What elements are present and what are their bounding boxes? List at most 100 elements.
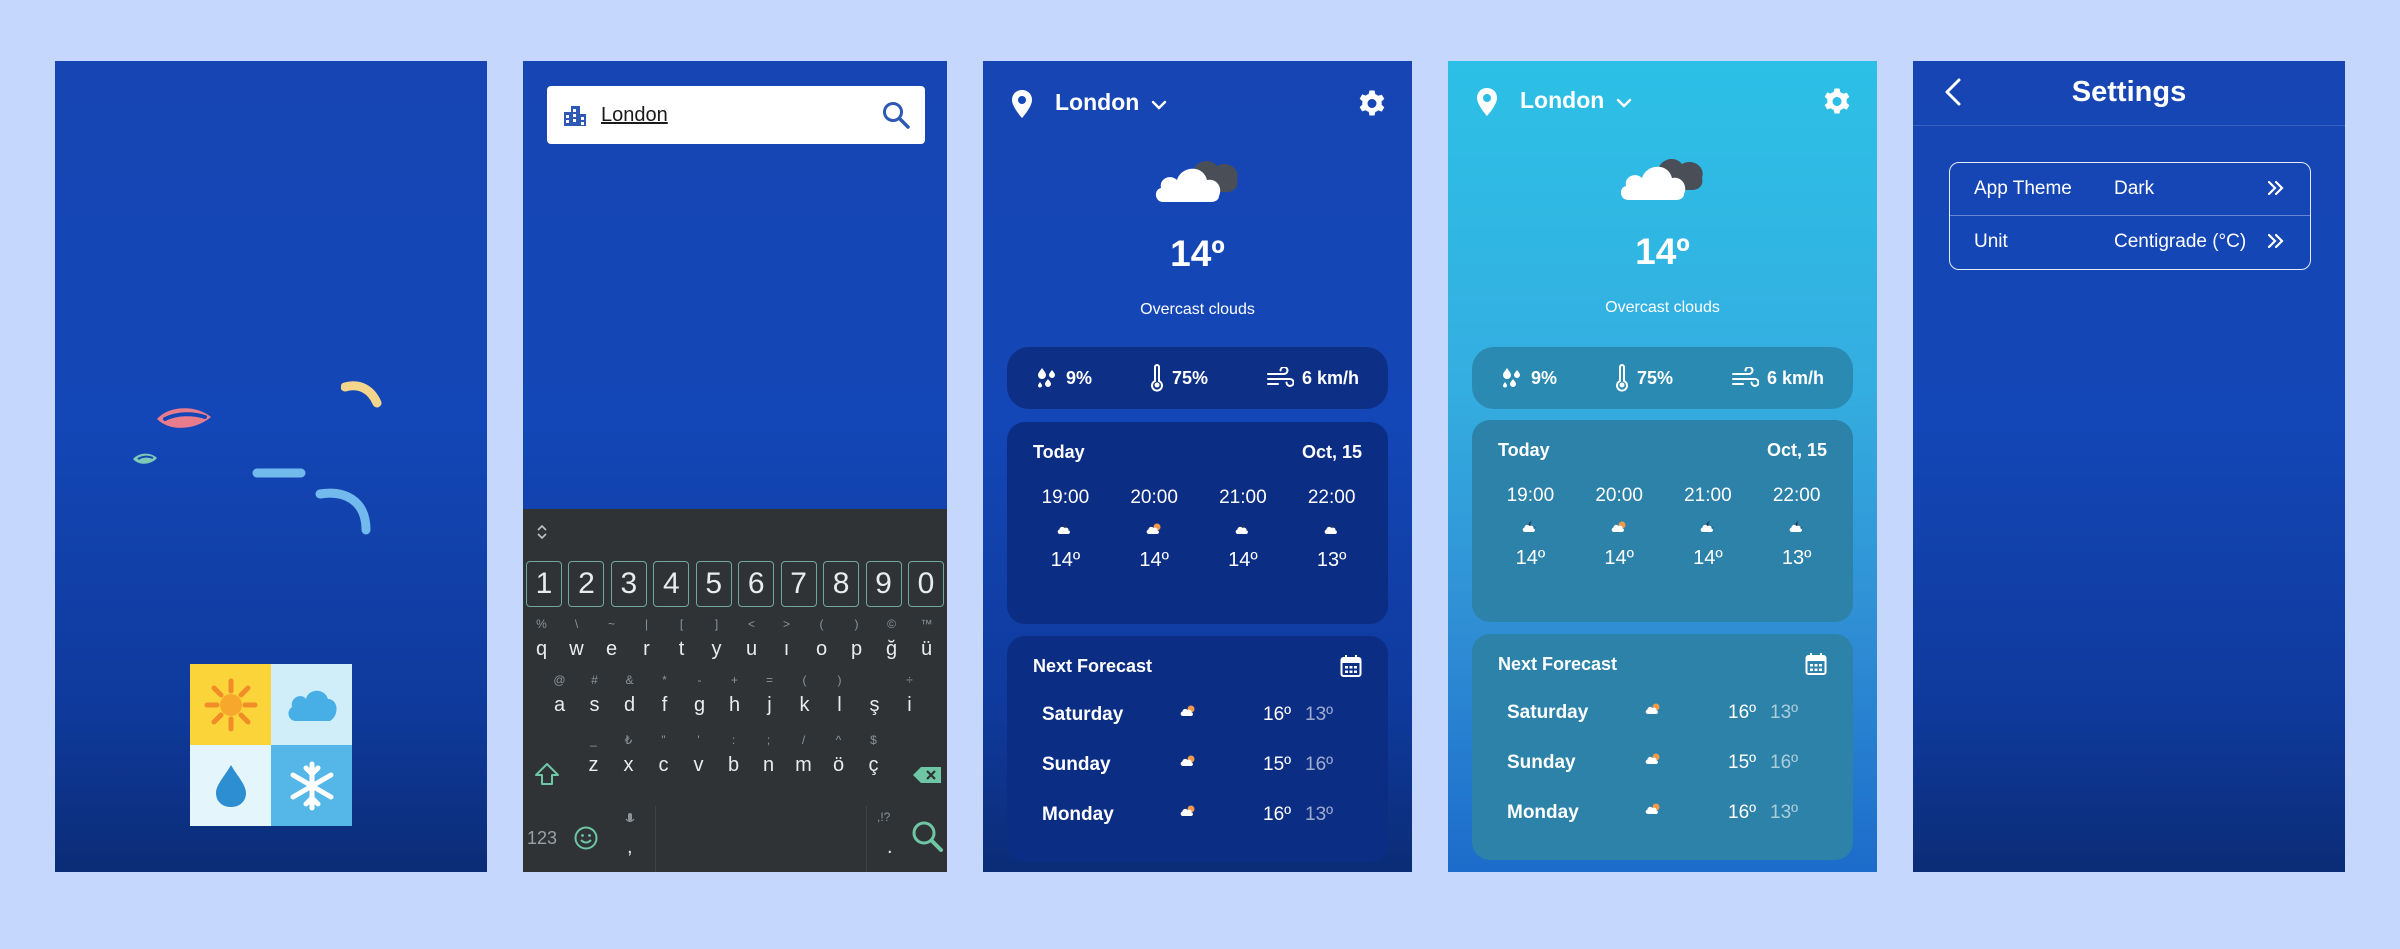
calendar-icon[interactable] — [1340, 654, 1362, 683]
letter-key[interactable]: # s — [577, 671, 612, 723]
number-key[interactable]: 2 — [568, 561, 605, 607]
letter-key[interactable]: ^ ö — [821, 731, 856, 783]
key-label: e — [605, 638, 618, 660]
city-name[interactable]: London — [1055, 89, 1139, 116]
number-key[interactable]: 9 — [865, 561, 902, 607]
letter-key[interactable]: + h — [717, 671, 752, 723]
backspace-icon[interactable] — [911, 765, 943, 790]
sun-icon — [190, 664, 271, 745]
key-alt-label: = — [765, 673, 773, 687]
settings-screen: Settings App Theme Dark Unit Centigrade … — [1913, 61, 2345, 872]
settings-row-theme[interactable]: App Theme Dark — [1950, 163, 2310, 216]
humidity-stat: 75% — [1615, 364, 1673, 392]
decor-streak-yellow — [341, 381, 382, 408]
letter-key[interactable]: & d — [612, 671, 647, 723]
letter-key[interactable]: \ w — [559, 615, 594, 667]
letter-key[interactable]: < u — [734, 615, 769, 667]
city-search-bar[interactable] — [547, 86, 925, 144]
calendar-icon[interactable] — [1805, 652, 1827, 681]
emoji-icon[interactable] — [573, 825, 599, 856]
letter-key[interactable]: _ z — [576, 731, 611, 783]
number-key[interactable]: 4 — [653, 561, 690, 607]
keyboard-search-icon[interactable] — [909, 818, 945, 859]
letter-key[interactable]: (o — [804, 615, 839, 667]
letter-key[interactable]: :b — [716, 731, 751, 783]
letter-key[interactable]: ] y — [699, 615, 734, 667]
letter-key[interactable]: $ ç — [856, 731, 891, 783]
number-key[interactable]: 0 — [907, 561, 944, 607]
forecast-day-row[interactable]: Sunday 15º 16º — [1007, 754, 1388, 794]
number-key[interactable]: 5 — [695, 561, 732, 607]
wind-icon — [1731, 367, 1759, 387]
letter-key[interactable]: ' v — [681, 731, 716, 783]
letter-key[interactable]: ) p — [839, 615, 874, 667]
letter-key[interactable]: (k — [787, 671, 822, 723]
city-name[interactable]: London — [1520, 87, 1604, 114]
search-input[interactable] — [599, 102, 853, 128]
number-key[interactable]: 6 — [738, 561, 775, 607]
key-label: ö — [832, 754, 845, 776]
letter-key[interactable]: | r — [629, 615, 664, 667]
key-label: z — [588, 754, 599, 776]
comma-key[interactable]: , — [611, 806, 651, 872]
letter-key[interactable]: ÷ i — [892, 671, 927, 723]
hourly-item: 20:00 14º — [1114, 487, 1194, 572]
forecast-day-row[interactable]: Sunday 15º 16º — [1472, 752, 1853, 792]
letter-key[interactable]: ~ e — [594, 615, 629, 667]
letter-key[interactable]: -g — [682, 671, 717, 723]
letter-key[interactable]: ; n — [751, 731, 786, 783]
key-alt-label: " — [661, 733, 666, 747]
settings-row-unit[interactable]: Unit Centigrade (°C) — [1950, 216, 2310, 269]
sun-cloud-icon — [1180, 755, 1195, 766]
forecast-high-temp: 15º — [1263, 754, 1292, 775]
key-label: b — [727, 754, 740, 776]
key-label: y — [711, 638, 722, 660]
forecast-high-temp: 16º — [1263, 704, 1292, 725]
hour-time: 21:00 — [1684, 485, 1732, 506]
forecast-day-row[interactable]: Monday 16º 13º — [1007, 804, 1388, 844]
key-label: x — [623, 754, 634, 776]
key-label: r — [643, 638, 650, 660]
letter-key[interactable]: * f — [647, 671, 682, 723]
hour-temperature: 13º — [1316, 549, 1347, 571]
forecast-day-row[interactable]: Monday 16º 13º — [1472, 802, 1853, 842]
letter-key[interactable]: % q — [524, 615, 559, 667]
gear-icon[interactable] — [1821, 85, 1853, 122]
letter-key[interactable]: = j — [752, 671, 787, 723]
search-icon[interactable] — [881, 100, 911, 135]
letter-key[interactable]: / m — [786, 731, 821, 783]
number-key[interactable]: 7 — [780, 561, 817, 607]
letter-key[interactable]: ₺ x — [611, 731, 646, 783]
letter-key[interactable]: ş — [857, 671, 892, 723]
forecast-day-row[interactable]: Saturday 16º 13º — [1007, 704, 1388, 744]
current-temperature: 14º — [1170, 233, 1225, 274]
chevron-down-icon[interactable] — [1151, 97, 1167, 115]
key-label: ı — [783, 638, 790, 660]
moon-cloud-icon — [1700, 521, 1714, 532]
spacebar[interactable] — [655, 806, 867, 872]
expand-collapse-icon[interactable] — [535, 523, 549, 544]
location-header: London — [1448, 83, 1877, 123]
letter-key[interactable]: > ı — [769, 615, 804, 667]
number-key[interactable]: 3 — [610, 561, 647, 607]
period-key[interactable]: ,!? . — [863, 806, 907, 872]
gear-icon[interactable] — [1356, 87, 1388, 124]
letter-key[interactable]: ™ ü — [909, 615, 944, 667]
chevron-down-icon[interactable] — [1616, 95, 1632, 113]
sun-cloud-icon — [1146, 523, 1161, 534]
precipitation-value: 9% — [1065, 367, 1092, 388]
number-key[interactable]: 8 — [823, 561, 860, 607]
number-key[interactable]: 1 — [526, 561, 562, 607]
letter-key[interactable]: ) l — [822, 671, 857, 723]
forecast-high-temp: 16º — [1728, 702, 1757, 723]
key-label: k — [799, 694, 810, 716]
forecast-day-row[interactable]: Saturday 16º 13º — [1472, 702, 1853, 742]
letter-key[interactable]: @ a — [542, 671, 577, 723]
numbers-mode-key[interactable]: 123 — [527, 828, 557, 849]
sun-cloud-icon — [1645, 703, 1660, 714]
letter-key[interactable]: © ğ — [874, 615, 909, 667]
letter-key[interactable]: [t — [664, 615, 699, 667]
shift-icon[interactable] — [533, 761, 561, 792]
next-forecast-card: Next Forecast Saturday 16º 13º Sunday 15º 16º… — [1472, 634, 1853, 860]
letter-key[interactable]: " c — [646, 731, 681, 783]
